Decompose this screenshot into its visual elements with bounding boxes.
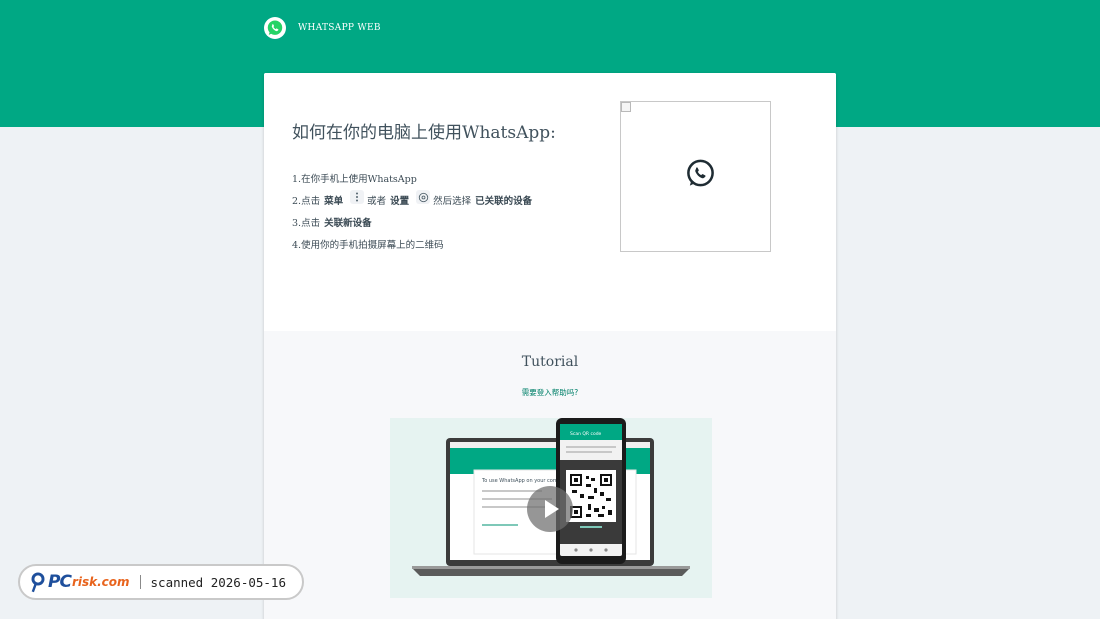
step-4: 4.使用你的手机拍摄屏幕上的二维码 bbox=[292, 233, 536, 255]
step-2-prefix: 2.点击 bbox=[292, 196, 321, 207]
step-2-then: 然后选择 bbox=[433, 196, 472, 207]
step-3-link-device: 关联新设备 bbox=[324, 218, 372, 229]
scan-date: scanned 2026-05-16 bbox=[150, 574, 286, 590]
step-3-prefix: 3.点击 bbox=[292, 218, 321, 229]
play-button[interactable] bbox=[527, 486, 573, 532]
step-2-settings: 设置 bbox=[390, 196, 410, 207]
step-4-text: 4.使用你的手机拍摄屏幕上的二维码 bbox=[292, 240, 444, 251]
whatsapp-logo-icon bbox=[264, 17, 286, 39]
whatsapp-logo-icon bbox=[687, 159, 714, 187]
pcrisk-pc: PC bbox=[48, 572, 72, 592]
menu-dots-icon bbox=[350, 190, 365, 204]
pcrisk-domain: risk.com bbox=[71, 575, 130, 589]
page-title: 如何在你的电脑上使用WhatsApp: bbox=[292, 123, 556, 143]
magnifier-icon bbox=[31, 572, 45, 593]
pcrisk-watermark: PC risk.com scanned 2026-05-16 bbox=[18, 564, 304, 600]
instruction-list: 1.在你手机上使用WhatsApp 2.点击 菜单 或者 设置 然后选择 已关联… bbox=[292, 167, 536, 255]
intro-section: 如何在你的电脑上使用WhatsApp: 1.在你手机上使用WhatsApp 2.… bbox=[264, 73, 836, 331]
play-icon bbox=[545, 500, 559, 518]
landing-card: 如何在你的电脑上使用WhatsApp: 1.在你手机上使用WhatsApp 2.… bbox=[264, 73, 836, 619]
step-2-linked-devices: 已关联的设备 bbox=[475, 196, 533, 207]
pcrisk-logo: PC risk.com bbox=[30, 570, 130, 594]
settings-gear-icon bbox=[416, 190, 431, 204]
login-help-link[interactable]: 需要登入帮助吗? bbox=[264, 387, 836, 398]
phone-header: Scan QR code bbox=[570, 431, 602, 437]
tutorial-section: Tutorial 需要登入帮助吗? To use WhatsApp on you… bbox=[264, 331, 836, 619]
broken-image-icon bbox=[621, 102, 631, 112]
brand: WHATSAPP WEB bbox=[264, 17, 381, 39]
step-2-menu: 菜单 bbox=[324, 196, 344, 207]
tutorial-title: Tutorial bbox=[521, 354, 579, 370]
step-1: 1.在你手机上使用WhatsApp bbox=[292, 167, 536, 189]
brand-name: WHATSAPP WEB bbox=[298, 23, 381, 33]
tutorial-video[interactable]: To use WhatsApp on your computer: Scan Q… bbox=[390, 418, 712, 598]
step-1-text: 1.在你手机上使用WhatsApp bbox=[292, 174, 417, 185]
watermark-divider bbox=[139, 575, 141, 589]
step-2-or: 或者 bbox=[367, 196, 387, 207]
qr-code-box bbox=[620, 101, 771, 252]
step-3: 3.点击 关联新设备 bbox=[292, 211, 536, 233]
step-2: 2.点击 菜单 或者 设置 然后选择 已关联的设备 bbox=[292, 189, 536, 211]
